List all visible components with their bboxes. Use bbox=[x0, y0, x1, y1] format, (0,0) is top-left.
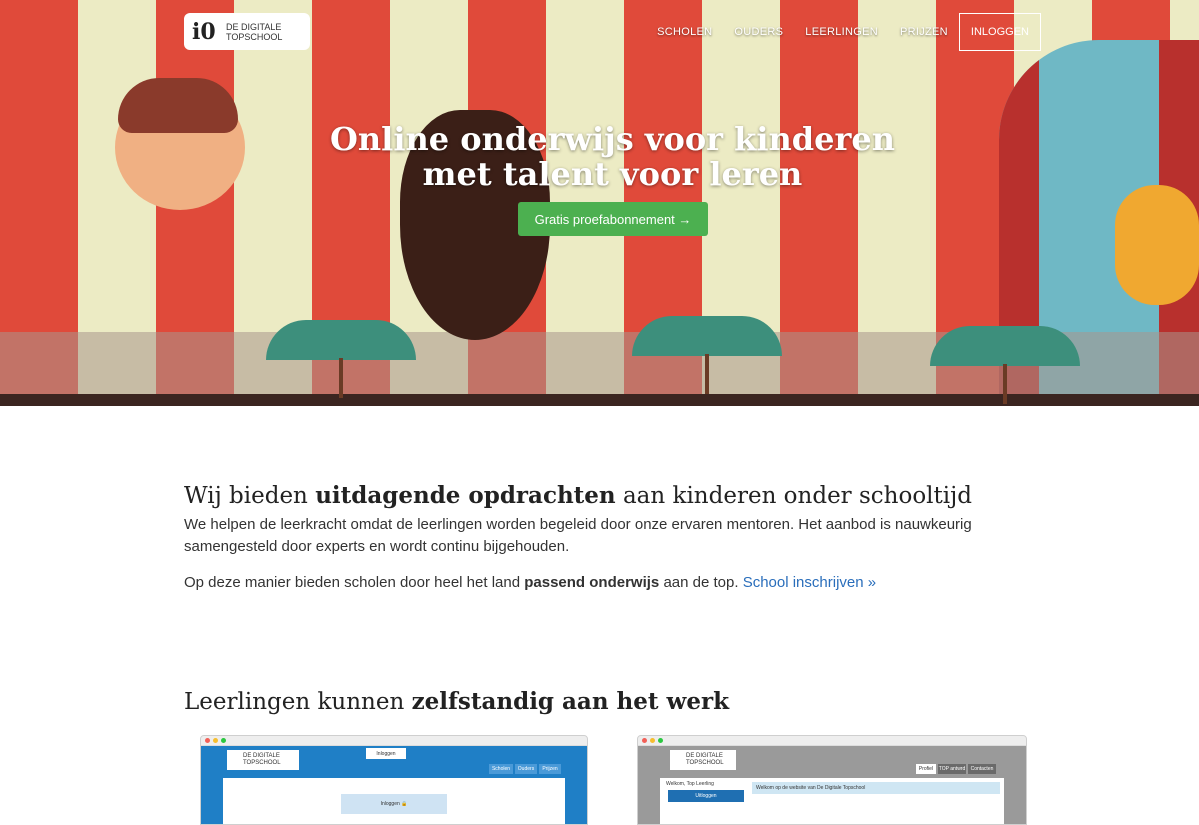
mini-tab: Contacten bbox=[968, 764, 996, 774]
mini-logo-line1: DE DIGITALE bbox=[243, 753, 280, 759]
students-section: Leerlingen kunnen zelfstandig aan het we… bbox=[184, 688, 1044, 715]
mini-logo-line2: TOPSCHOOL bbox=[686, 760, 724, 766]
hero-title: Online onderwijs voor kinderen met talen… bbox=[330, 120, 895, 193]
logo-mark-icon: i0 bbox=[192, 18, 216, 45]
mini-logo: DE DIGITALE TOPSCHOOL bbox=[670, 750, 736, 770]
window-minimize-icon bbox=[213, 738, 218, 743]
mini-logo-line2: TOPSCHOOL bbox=[243, 760, 281, 766]
screenshot-body: DE DIGITALE TOPSCHOOL Profiel TOP antwrd… bbox=[638, 746, 1026, 824]
intro-heading-post: aan kinderen onder schooltijd bbox=[615, 483, 972, 509]
site-logo[interactable]: i0 DE DIGITALE TOPSCHOOL bbox=[184, 13, 310, 50]
intro-paragraph-2: Op deze manier bieden scholen door heel … bbox=[184, 572, 1044, 594]
nav-link-leerlingen[interactable]: LEERLINGEN bbox=[805, 26, 878, 38]
nav-link-ouders[interactable]: OUDERS bbox=[734, 26, 783, 38]
umbrella-icon bbox=[632, 316, 782, 394]
window-close-icon bbox=[205, 738, 210, 743]
intro-heading-bold: uitdagende opdrachten bbox=[315, 482, 616, 509]
students-heading-pre: Leerlingen kunnen bbox=[184, 689, 412, 715]
intro-heading: Wij bieden uitdagende opdrachten aan kin… bbox=[184, 482, 1044, 509]
free-trial-button[interactable]: Gratis proefabonnement → bbox=[518, 202, 708, 236]
mini-tab: Ouders bbox=[515, 764, 537, 774]
mini-tab: TOP antwrd bbox=[938, 764, 966, 774]
main-nav: SCHOLEN OUDERS LEERLINGEN PRIJZEN INLOGG… bbox=[635, 13, 1041, 51]
window-maximize-icon bbox=[658, 738, 663, 743]
hero-bottom-edge bbox=[0, 394, 1199, 406]
mini-login-button: Inloggen bbox=[366, 748, 406, 759]
mini-login-box: Inloggen 🔒 bbox=[341, 794, 447, 814]
window-close-icon bbox=[642, 738, 647, 743]
mini-tab: Scholen bbox=[489, 764, 513, 774]
screenshot-body: DE DIGITALE TOPSCHOOL Inloggen Scholen O… bbox=[201, 746, 587, 824]
logo-text: DE DIGITALE TOPSCHOOL bbox=[226, 22, 282, 42]
mini-sidebar-label: Welkom, Top Leerling bbox=[666, 781, 714, 787]
mini-tab: Profiel bbox=[916, 764, 936, 774]
mini-logout-button: Uitloggen bbox=[668, 790, 744, 802]
intro-p2-pre: Op deze manier bieden scholen door heel … bbox=[184, 574, 525, 591]
window-maximize-icon bbox=[221, 738, 226, 743]
browser-bar bbox=[638, 736, 1026, 746]
window-minimize-icon bbox=[650, 738, 655, 743]
logo-text-line2: TOPSCHOOL bbox=[226, 31, 283, 42]
intro-paragraph: We helpen de leerkracht omdat de leerlin… bbox=[184, 516, 972, 555]
nav-link-scholen[interactable]: SCHOLEN bbox=[657, 26, 712, 38]
mini-message: Welkom op de website van De Digitale Top… bbox=[752, 782, 1000, 794]
nav-link-prijzen[interactable]: PRIJZEN bbox=[900, 26, 948, 38]
boy-hair-illustration bbox=[118, 78, 238, 133]
students-heading-bold: zelfstandig aan het werk bbox=[411, 688, 730, 715]
hero-banner: i0 DE DIGITALE TOPSCHOOL SCHOLEN OUDERS … bbox=[0, 0, 1199, 406]
students-heading: Leerlingen kunnen zelfstandig aan het we… bbox=[184, 688, 1044, 715]
school-signup-link[interactable]: School inschrijven » bbox=[743, 574, 876, 591]
login-button[interactable]: INLOGGEN bbox=[958, 13, 1041, 51]
intro-p2-bold: passend onderwijs bbox=[524, 574, 660, 591]
logo-text-line1: DE DIGITALE bbox=[226, 21, 282, 32]
intro-heading-pre: Wij bieden bbox=[184, 483, 316, 509]
intro-section: Wij bieden uitdagende opdrachten aan kin… bbox=[184, 482, 1044, 594]
umbrella-icon bbox=[930, 326, 1080, 404]
lion-illustration bbox=[1115, 185, 1199, 305]
browser-bar bbox=[201, 736, 587, 746]
intro-p2-post: aan de top. bbox=[659, 574, 743, 591]
mini-logo: DE DIGITALE TOPSCHOOL bbox=[227, 750, 299, 770]
mini-logo-line1: DE DIGITALE bbox=[686, 753, 723, 759]
umbrella-icon bbox=[266, 320, 416, 398]
mini-tab: Prijzen bbox=[539, 764, 561, 774]
